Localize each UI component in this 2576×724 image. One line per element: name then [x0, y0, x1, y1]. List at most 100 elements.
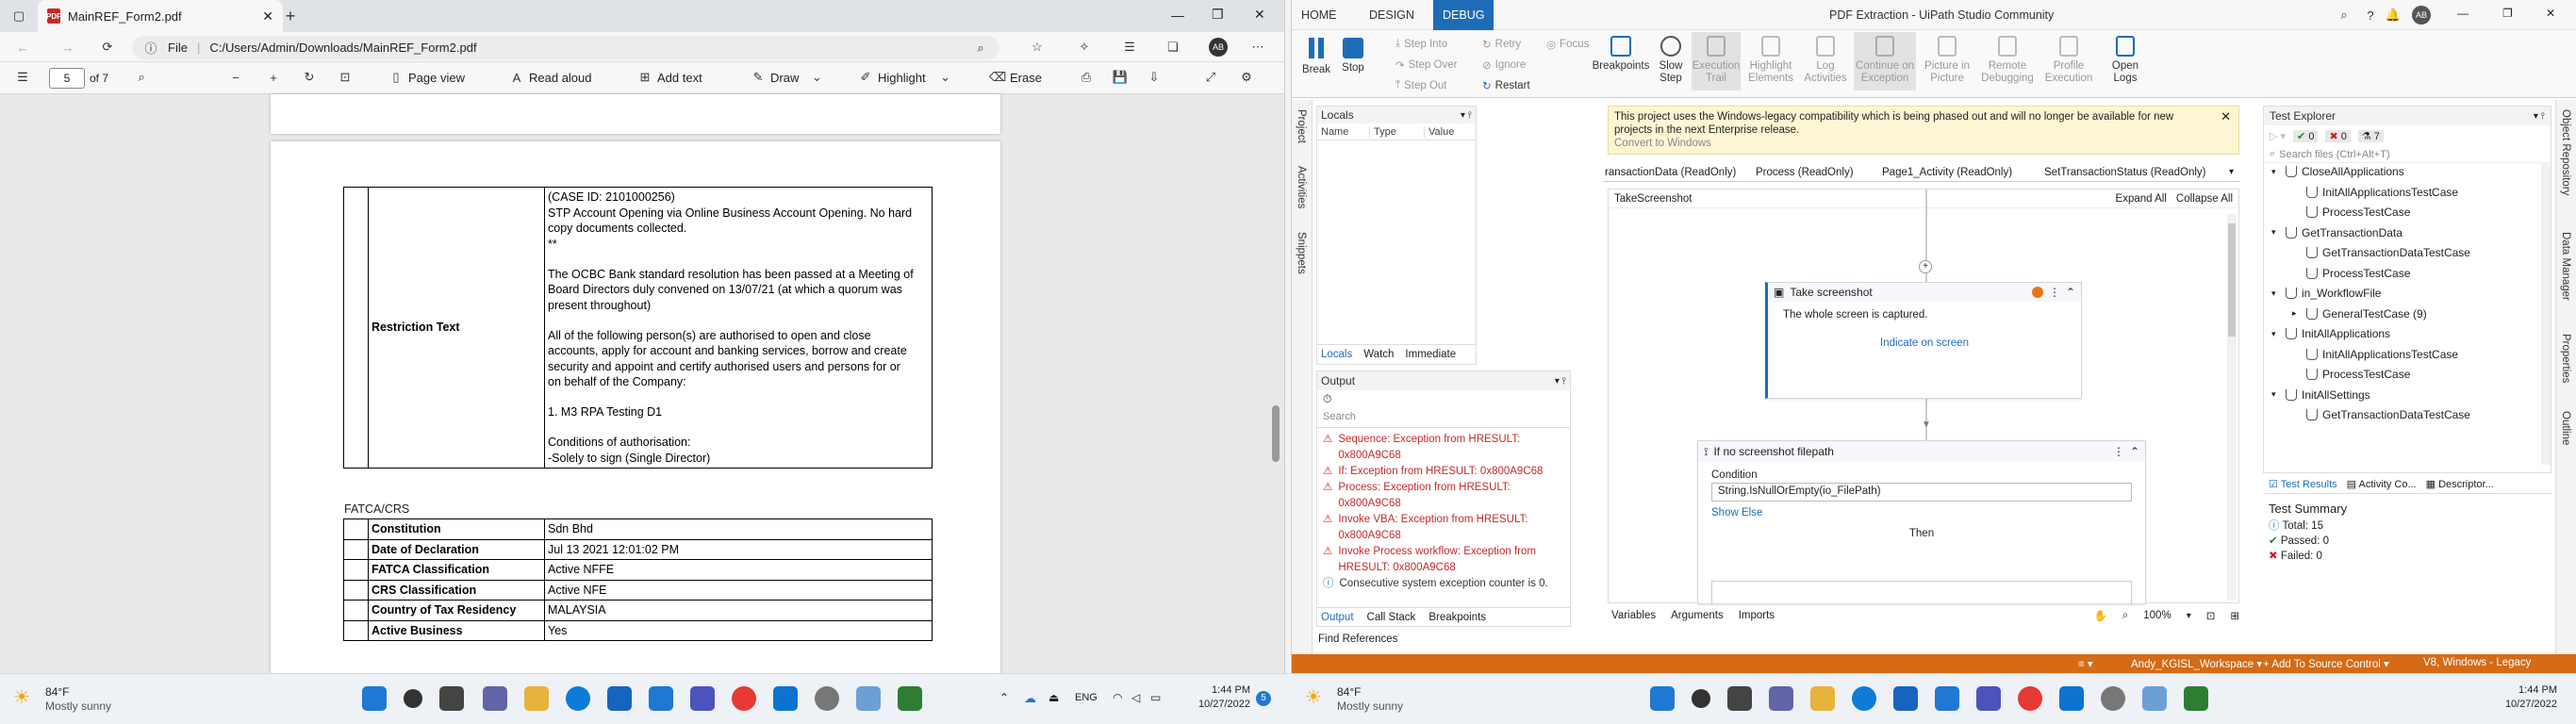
- read-aloud-button[interactable]: A Read aloud: [509, 70, 592, 85]
- execution-trail-button[interactable]: Execution Trail: [1692, 32, 1741, 90]
- locals-col-name[interactable]: Name: [1317, 125, 1370, 138]
- close-tab-icon[interactable]: ✕: [262, 8, 273, 25]
- close-window-icon[interactable]: ✕: [2546, 7, 2555, 20]
- edge-icon[interactable]: [566, 686, 590, 711]
- retry-button[interactable]: ↻ Retry: [1482, 38, 1521, 51]
- profile-execution-button[interactable]: Profile Execution: [2040, 36, 2097, 85]
- doc-tab[interactable]: SetTransactionStatus (ReadOnly): [2044, 167, 2229, 178]
- side-tab-data-manager[interactable]: Data Manager: [2560, 232, 2571, 301]
- tab-output[interactable]: Output: [1321, 612, 1354, 623]
- slow-step-button[interactable]: Slow Step: [1654, 36, 1688, 85]
- mail-icon[interactable]: [1893, 686, 1918, 711]
- photos-icon[interactable]: [856, 686, 881, 711]
- browser-tab[interactable]: PDF MainREF_Form2.pdf ✕: [38, 0, 283, 32]
- profile-avatar[interactable]: AB: [2412, 6, 2431, 25]
- chrome-icon[interactable]: [2018, 686, 2042, 711]
- task-view-icon[interactable]: [1727, 686, 1752, 711]
- remote-debugging-button[interactable]: Remote Debugging: [1978, 36, 2037, 85]
- restore-icon[interactable]: ❐: [2502, 7, 2513, 20]
- chevron-down-icon[interactable]: ▾: [2271, 167, 2281, 177]
- open-logs-button[interactable]: Open Logs: [2106, 36, 2144, 85]
- back-icon[interactable]: ←: [15, 40, 30, 55]
- run-tests-icon[interactable]: ▷ ▾: [2270, 130, 2286, 142]
- save-icon[interactable]: 💾: [1113, 70, 1128, 85]
- highlight-elements-button[interactable]: Highlight Elements: [1744, 36, 1797, 85]
- continue-on-exception-button[interactable]: Continue on Exception: [1854, 32, 1916, 90]
- tab-breakpoints[interactable]: Breakpoints: [1428, 612, 1486, 623]
- chat-icon[interactable]: [483, 686, 507, 711]
- excel-icon[interactable]: [2184, 686, 2208, 711]
- print-icon[interactable]: ⎙: [1079, 70, 1094, 85]
- doc-tab[interactable]: Process (ReadOnly): [1756, 167, 1882, 178]
- usb-icon[interactable]: ⏏: [1049, 691, 1059, 704]
- tab-watch[interactable]: Watch: [1363, 349, 1394, 360]
- side-tab-outline[interactable]: Outline: [2560, 411, 2571, 445]
- tree-scrollbar[interactable]: [2541, 163, 2551, 465]
- add-text-button[interactable]: ⊞ Add text: [637, 70, 702, 85]
- draw-button[interactable]: ✎ Draw ⌄: [751, 70, 824, 85]
- rotate-icon[interactable]: ↻: [302, 70, 317, 85]
- condition-input[interactable]: String.IsNullOrEmpty(io_FilePath): [1711, 483, 2132, 502]
- settings-icon[interactable]: [2101, 686, 2125, 711]
- pin-icon[interactable]: ▾ ⫯: [2534, 111, 2545, 122]
- refresh-icon[interactable]: ⟳: [100, 40, 115, 55]
- side-tab-object-repository[interactable]: Object Repository: [2560, 109, 2571, 195]
- tab-descriptor[interactable]: ▦ Descriptor...: [2426, 478, 2494, 490]
- weather-widget[interactable]: 84°F Mostly sunny: [45, 685, 111, 714]
- extensions-icon[interactable]: ✧: [1077, 40, 1092, 55]
- favorite-icon[interactable]: ☆: [1030, 40, 1045, 55]
- take-screenshot-activity[interactable]: ▣ Take screenshot ⋮ ⌃ The whole screen i…: [1765, 282, 2082, 399]
- tab-actions-icon[interactable]: ▢: [11, 8, 26, 24]
- focus-button[interactable]: ◎ Focus: [1546, 38, 1589, 51]
- zoom-level[interactable]: 100%: [2143, 610, 2171, 621]
- passed-count-badge[interactable]: ✔ 0: [2293, 129, 2319, 142]
- restart-button[interactable]: ↻ Restart: [1482, 79, 1530, 92]
- test-folder[interactable]: ▾ InitAllApplications: [2271, 327, 2390, 340]
- wifi-icon[interactable]: ◠: [1113, 691, 1122, 704]
- step-into-button[interactable]: ⤓ Step Into: [1395, 38, 1447, 50]
- collapse-icon[interactable]: ⌃: [2130, 445, 2139, 458]
- output-search[interactable]: Search: [1317, 409, 1570, 428]
- test-folder[interactable]: ▾ in_WorkflowFile: [2271, 287, 2381, 300]
- close-banner-icon[interactable]: ✕: [2221, 110, 2231, 123]
- break-button[interactable]: Break: [1299, 36, 1333, 76]
- fullscreen-icon[interactable]: ⤢: [1203, 70, 1218, 85]
- workspace-selector[interactable]: Andy_KGISL_Workspace ▾: [2131, 657, 2262, 670]
- tab-activity-coverage[interactable]: ▤ Activity Co...: [2347, 478, 2417, 490]
- variables-tab[interactable]: Variables: [1611, 610, 1656, 621]
- window-divider[interactable]: [1284, 0, 1292, 673]
- test-case-item[interactable]: InitAllApplicationsTestCase: [2292, 348, 2458, 361]
- fit-page-icon[interactable]: ⊡: [338, 70, 353, 85]
- output-line[interactable]: ⚠ Process: Exception from HRESULT: 0x800A…: [1323, 480, 1564, 512]
- contents-icon[interactable]: ☰: [15, 70, 30, 85]
- zoom-icon[interactable]: ⌕: [973, 41, 988, 56]
- clock[interactable]: 1:44 PM 10/27/2022: [1184, 683, 1250, 712]
- overview-icon[interactable]: ⊞: [2230, 609, 2239, 622]
- teams-icon[interactable]: [1976, 686, 2001, 711]
- battery-icon[interactable]: ▭: [1150, 691, 1161, 704]
- test-folder[interactable]: ▾ CloseAllApplications: [2271, 165, 2404, 178]
- highlight-button[interactable]: ✐ Highlight ⌄: [858, 70, 953, 85]
- locals-col-value[interactable]: Value: [1425, 126, 1454, 138]
- close-window-icon[interactable]: ✕: [1254, 7, 1265, 23]
- more-menu-icon[interactable]: ⋯: [1250, 40, 1265, 55]
- favorites-bar-icon[interactable]: ☰: [1122, 40, 1137, 55]
- tab-design[interactable]: DESIGN: [1360, 0, 1424, 30]
- test-folder[interactable]: ▾ GetTransactionData: [2271, 226, 2403, 239]
- weather-widget[interactable]: 84°F Mostly sunny: [1337, 685, 1403, 714]
- failed-count-badge[interactable]: ✖ 0: [2325, 129, 2351, 142]
- doc-tab[interactable]: ransactionData (ReadOnly): [1603, 167, 1756, 178]
- scroll-thumb[interactable]: [1272, 405, 1280, 462]
- test-case-item[interactable]: ProcessTestCase: [2292, 206, 2410, 219]
- side-tab-project[interactable]: Project: [1296, 109, 1307, 143]
- photos-icon[interactable]: [2142, 686, 2167, 711]
- file-explorer-icon[interactable]: [1810, 686, 1835, 711]
- breadcrumb[interactable]: TakeScreenshot: [1614, 193, 1692, 205]
- help-icon[interactable]: ?: [2363, 8, 2378, 23]
- show-else-link[interactable]: Show Else: [1698, 502, 2145, 524]
- more-icon[interactable]: ⋮: [2049, 286, 2060, 299]
- collapse-icon[interactable]: ⌃: [2066, 286, 2075, 299]
- uipath-icon[interactable]: [773, 686, 798, 711]
- find-references[interactable]: Find References: [1318, 634, 1397, 645]
- expand-all-button[interactable]: Expand All: [2116, 193, 2167, 205]
